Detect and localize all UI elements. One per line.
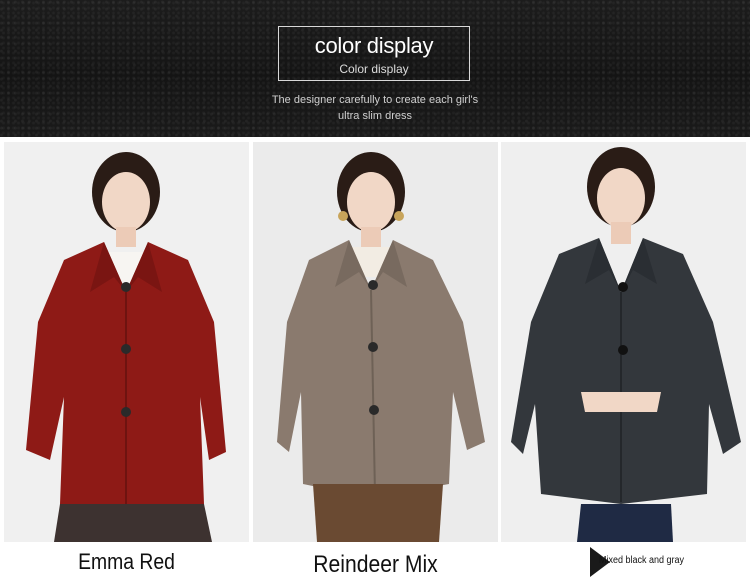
page-subtitle: Color display xyxy=(339,62,409,76)
caption-emma-red: Emma Red xyxy=(78,549,175,574)
tagline: The designer carefully to create each gi… xyxy=(200,92,550,124)
model-photo-icon xyxy=(253,142,498,542)
caption-reindeer-mix: Reindeer Mix xyxy=(313,551,438,578)
title-box: color display Color display xyxy=(278,26,470,81)
product-photo-reindeer-mix[interactable] xyxy=(253,142,498,542)
caption-mixed-black-gray-wrap: Mixed black and gray xyxy=(590,547,720,577)
tagline-line-2: ultra slim dress xyxy=(338,110,412,122)
model-photo-icon xyxy=(501,142,746,542)
header-banner: color display Color display The designer… xyxy=(0,0,750,137)
product-photo-mixed-black-gray[interactable] xyxy=(501,142,746,542)
caption-mixed-black-gray: Mixed black and gray xyxy=(599,555,685,566)
page-title: color display xyxy=(314,33,434,58)
tagline-line-1: The designer carefully to create each gi… xyxy=(271,94,479,106)
product-photo-emma-red[interactable] xyxy=(4,142,249,542)
model-photo-icon xyxy=(4,142,249,542)
